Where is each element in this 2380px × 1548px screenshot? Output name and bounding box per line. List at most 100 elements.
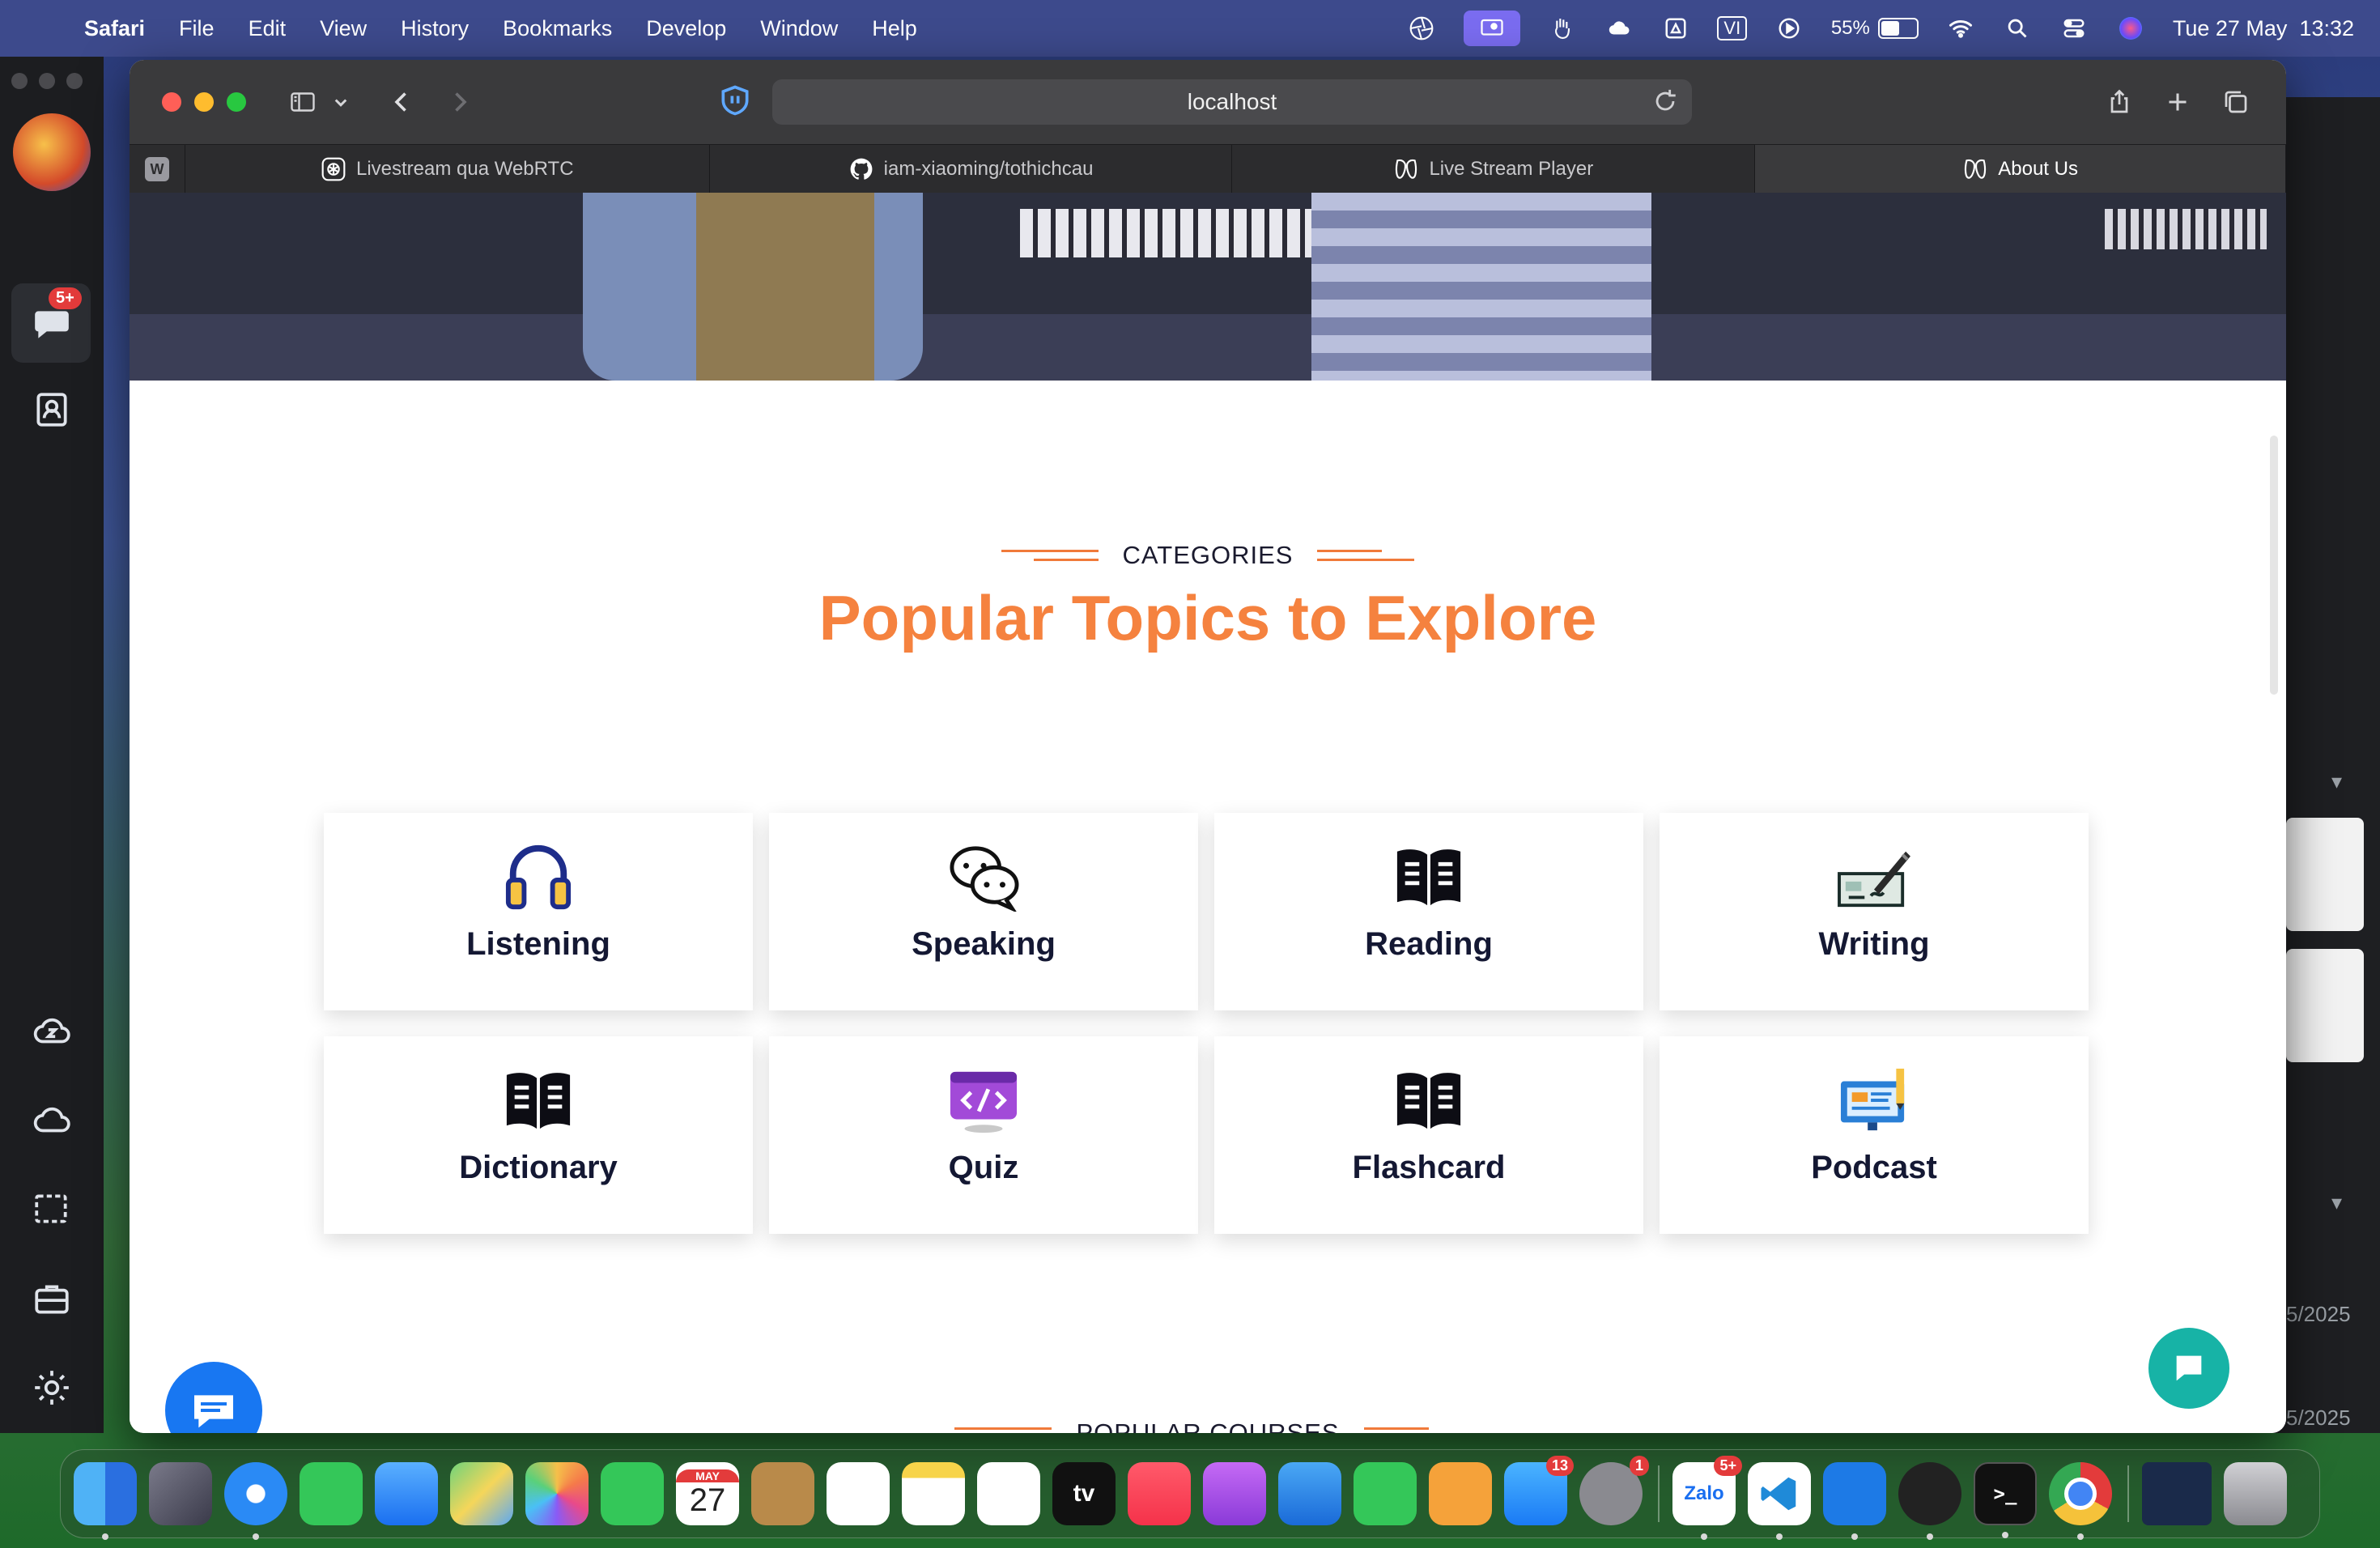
- scrollbar[interactable]: [2270, 436, 2278, 695]
- dock-separator: [2127, 1465, 2129, 1522]
- zoom-window-button[interactable]: [66, 73, 83, 89]
- battery-percent: 55%: [1830, 17, 1870, 39]
- drive-status-icon[interactable]: [1661, 14, 1690, 43]
- tab-overview-icon[interactable]: [2216, 83, 2255, 121]
- minimize-button[interactable]: [194, 92, 214, 112]
- message-date: 5/2025: [2286, 1406, 2351, 1430]
- messages-icon[interactable]: 5+: [28, 287, 82, 347]
- preview-thumbnail[interactable]: [2286, 949, 2364, 1062]
- trash-icon[interactable]: [2224, 1462, 2287, 1525]
- cloud-status-icon[interactable]: [1604, 14, 1634, 43]
- category-card-writing[interactable]: Writing: [1660, 813, 2089, 1010]
- share-icon[interactable]: [2100, 83, 2139, 121]
- pages-icon[interactable]: [1429, 1462, 1492, 1525]
- app-store-icon[interactable]: 13: [1504, 1456, 1574, 1525]
- tab-livestream-webrtc[interactable]: Livestream qua WebRTC: [185, 145, 710, 194]
- chevron-down-icon[interactable]: ▾: [2331, 769, 2342, 794]
- category-card-reading[interactable]: Reading: [1214, 813, 1643, 1010]
- zcloud-icon[interactable]: [28, 1007, 76, 1056]
- podcasts-icon[interactable]: [1203, 1462, 1266, 1525]
- category-card-listening[interactable]: Listening: [324, 813, 753, 1010]
- chrome-icon[interactable]: [2049, 1462, 2112, 1540]
- category-card-speaking[interactable]: Speaking: [769, 813, 1198, 1010]
- vscode-icon[interactable]: [1748, 1462, 1811, 1540]
- back-button[interactable]: [382, 83, 421, 121]
- tab-live-stream-player[interactable]: Live Stream Player: [1232, 145, 1756, 194]
- cloud-icon[interactable]: [28, 1096, 76, 1145]
- system-settings-icon[interactable]: 1: [1579, 1456, 1649, 1525]
- tab-about-us[interactable]: About Us: [1755, 145, 2286, 194]
- menu-bookmarks[interactable]: Bookmarks: [503, 16, 612, 41]
- battery-indicator[interactable]: 55%: [1831, 17, 1919, 40]
- briefcase-icon[interactable]: [28, 1274, 76, 1323]
- messages-app-icon[interactable]: [300, 1462, 363, 1525]
- new-tab-icon[interactable]: [2158, 83, 2197, 121]
- category-card-flashcard[interactable]: Flashcard: [1214, 1036, 1643, 1234]
- mail-icon[interactable]: [375, 1462, 438, 1525]
- facetime-icon[interactable]: [601, 1462, 664, 1525]
- contacts-app-icon[interactable]: [751, 1462, 814, 1525]
- minimize-window-button[interactable]: [39, 73, 55, 89]
- menu-edit[interactable]: Edit: [249, 16, 287, 41]
- tab-label: About Us: [1998, 158, 2078, 180]
- screenshot-icon[interactable]: [28, 1185, 76, 1234]
- tab-pinned-w[interactable]: W: [130, 145, 185, 194]
- forward-button[interactable]: [440, 83, 479, 121]
- freeform-icon[interactable]: [977, 1462, 1040, 1525]
- zoom-button[interactable]: [227, 92, 246, 112]
- aperture-status-icon[interactable]: [1407, 14, 1436, 43]
- menu-history[interactable]: History: [401, 16, 469, 41]
- music-icon[interactable]: [1128, 1462, 1191, 1525]
- settings-gear-icon[interactable]: [28, 1363, 76, 1412]
- reminders-icon[interactable]: [827, 1462, 890, 1525]
- menu-develop[interactable]: Develop: [646, 16, 726, 41]
- maps-icon[interactable]: [450, 1462, 513, 1525]
- sidebar-toggle-icon[interactable]: [283, 83, 322, 121]
- category-card-dictionary[interactable]: Dictionary: [324, 1036, 753, 1234]
- category-card-quiz[interactable]: Quiz: [769, 1036, 1198, 1234]
- safari-icon[interactable]: [224, 1462, 287, 1540]
- category-label: Quiz: [948, 1150, 1019, 1185]
- menubar-clock[interactable]: Tue 27 May 13:32: [2173, 16, 2354, 41]
- apple-tv-icon[interactable]: tv: [1052, 1462, 1116, 1525]
- hand-status-icon[interactable]: [1548, 14, 1577, 43]
- close-button[interactable]: [162, 92, 181, 112]
- menu-help[interactable]: Help: [872, 16, 917, 41]
- keynote-icon[interactable]: [1278, 1462, 1341, 1525]
- tab-github-repo[interactable]: iam-xiaoming/tothichcau: [710, 145, 1233, 194]
- numbers-icon[interactable]: [1354, 1462, 1417, 1525]
- input-source-indicator[interactable]: VI: [1717, 14, 1748, 43]
- spotlight-search-icon[interactable]: [2003, 14, 2032, 43]
- chevron-down-icon[interactable]: [329, 83, 353, 121]
- wifi-icon[interactable]: [1946, 14, 1975, 43]
- preview-thumbnail[interactable]: [2286, 818, 2364, 931]
- close-window-button[interactable]: [11, 73, 28, 89]
- control-center-icon[interactable]: [2059, 14, 2089, 43]
- support-chat-button[interactable]: [2148, 1328, 2229, 1409]
- zalo-icon[interactable]: Zalo 5+: [1672, 1456, 1742, 1540]
- privacy-shield-icon[interactable]: [717, 83, 756, 121]
- menu-window[interactable]: Window: [760, 16, 838, 41]
- calendar-icon[interactable]: MAY 27: [676, 1462, 739, 1525]
- contacts-icon[interactable]: [28, 385, 76, 434]
- menu-view[interactable]: View: [320, 16, 367, 41]
- menu-file[interactable]: File: [179, 16, 215, 41]
- notes-icon[interactable]: [902, 1462, 965, 1525]
- avatar[interactable]: [13, 113, 91, 191]
- menu-app-name[interactable]: Safari: [84, 16, 145, 41]
- play-status-icon[interactable]: [1774, 14, 1804, 43]
- github-icon: [850, 158, 873, 180]
- launchpad-icon[interactable]: [149, 1462, 212, 1525]
- category-card-podcast[interactable]: Podcast: [1660, 1036, 2089, 1234]
- terminal-icon[interactable]: >_: [1974, 1462, 2037, 1538]
- minimized-window-thumbnail[interactable]: [2142, 1462, 2212, 1525]
- address-bar[interactable]: localhost: [772, 79, 1692, 125]
- chevron-down-icon[interactable]: ▾: [2331, 1190, 2342, 1215]
- siri-icon[interactable]: [2116, 14, 2145, 43]
- docker-icon[interactable]: [1823, 1462, 1886, 1540]
- screen-share-status-icon[interactable]: [1463, 11, 1520, 46]
- reload-icon[interactable]: [1651, 87, 1681, 117]
- finder-icon[interactable]: [74, 1462, 137, 1540]
- photos-icon[interactable]: [525, 1462, 589, 1525]
- obs-icon[interactable]: [1898, 1462, 1961, 1540]
